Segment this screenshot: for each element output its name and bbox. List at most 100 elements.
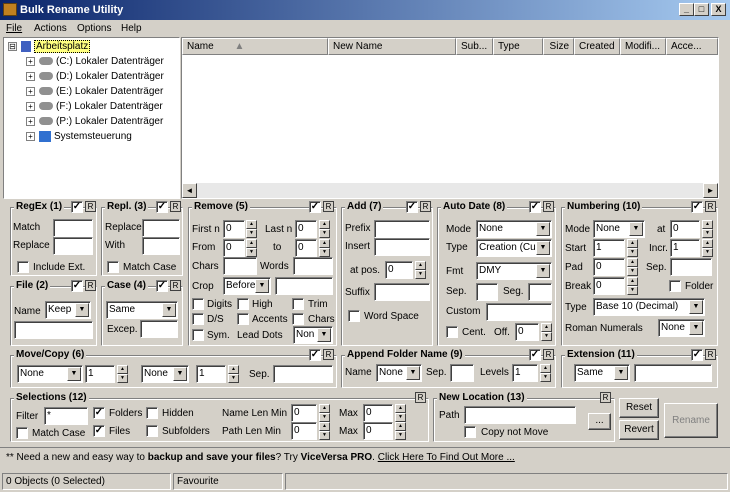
expand-icon[interactable]: + xyxy=(26,101,35,111)
name-len-min-spinner[interactable]: ▲ ▼ xyxy=(319,404,330,422)
numbering-reset-button[interactable]: R xyxy=(705,201,716,212)
repl-enable-checkbox[interactable]: ✓ xyxy=(156,201,168,213)
extension-input[interactable] xyxy=(634,364,712,382)
expand-icon[interactable]: + xyxy=(26,132,35,141)
num-folder-checkbox[interactable] xyxy=(669,280,681,292)
copynot-checkbox[interactable] xyxy=(464,426,476,438)
wordspace-checkbox[interactable] xyxy=(348,310,360,322)
atpos-input[interactable]: 0 xyxy=(385,261,413,279)
from-spinner[interactable]: ▲ ▼ xyxy=(246,239,257,257)
movecopy-select-2[interactable]: None ▼ xyxy=(141,365,189,383)
repl-with-input[interactable] xyxy=(142,237,180,255)
collapse-icon[interactable]: ⊟ xyxy=(8,42,17,51)
regex-reset-button[interactable]: R xyxy=(85,201,96,212)
high-checkbox[interactable] xyxy=(237,298,249,310)
extension-enable-checkbox[interactable]: ✓ xyxy=(691,349,703,361)
off-spinner[interactable]: ▲ ▼ xyxy=(541,323,552,341)
num-start-spinner[interactable]: ▲ ▼ xyxy=(627,239,638,257)
maximize-button[interactable]: □ xyxy=(694,3,709,16)
autodate-sep-input[interactable] xyxy=(476,283,498,301)
newloc-path-input[interactable] xyxy=(464,406,576,424)
autodate-reset-button[interactable]: R xyxy=(543,201,554,212)
column-size[interactable]: Size xyxy=(543,38,574,55)
movecopy-enable-checkbox[interactable]: ✓ xyxy=(309,349,321,361)
extension-select[interactable]: Same ▼ xyxy=(574,364,630,382)
case-excep-input[interactable] xyxy=(140,320,178,338)
column-type[interactable]: Type xyxy=(493,38,543,55)
autodate-type-select[interactable]: Creation (Curr ▼ xyxy=(476,239,552,257)
num-break-spinner[interactable]: ▲ ▼ xyxy=(627,277,638,295)
movecopy-spinner-1[interactable]: ▲ ▼ xyxy=(117,365,128,383)
appendfolder-enable-checkbox[interactable]: ✓ xyxy=(529,349,541,361)
movecopy-reset-button[interactable]: R xyxy=(323,349,334,360)
tree-item-systemsteuerung[interactable]: + Systemsteuerung xyxy=(26,131,132,142)
num-pad-input[interactable]: 0 xyxy=(593,258,625,276)
case-enable-checkbox[interactable]: ✓ xyxy=(156,280,168,292)
file-enable-checkbox[interactable]: ✓ xyxy=(71,280,83,292)
hidden-checkbox[interactable] xyxy=(146,407,158,419)
column-created[interactable]: Created xyxy=(574,38,620,55)
words-input[interactable] xyxy=(293,257,333,275)
file-name-input[interactable] xyxy=(14,321,93,339)
appendfolder-name-select[interactable]: None ▼ xyxy=(376,364,422,382)
column-new-name[interactable]: New Name xyxy=(328,38,456,55)
crop-input[interactable] xyxy=(275,277,333,295)
path-len-max-input[interactable]: 0 xyxy=(363,422,393,440)
tree-item-drive-p[interactable]: + (P:) Lokaler Datenträger xyxy=(26,116,163,127)
firstn-input[interactable]: 0 xyxy=(223,220,245,238)
folder-tree[interactable]: ⊟ Arbeitsplatz + (C:) Lokaler Datenträger … xyxy=(3,37,180,199)
menu-options[interactable]: Options xyxy=(77,23,111,34)
file-name-select[interactable]: Keep ▼ xyxy=(45,301,91,319)
autodate-seg-input[interactable] xyxy=(528,283,552,301)
expand-icon[interactable]: + xyxy=(26,71,35,81)
cent-checkbox[interactable] xyxy=(446,326,458,338)
movecopy-count-2[interactable]: 1 xyxy=(196,365,226,383)
repl-replace-input[interactable] xyxy=(142,219,180,237)
expand-icon[interactable]: + xyxy=(26,56,35,66)
newloc-reset-button[interactable]: R xyxy=(600,392,611,403)
numbering-enable-checkbox[interactable]: ✓ xyxy=(691,201,703,213)
lastn-spinner[interactable]: ▲ ▼ xyxy=(319,220,330,238)
tree-item-drive-c[interactable]: + (C:) Lokaler Datenträger xyxy=(26,56,164,67)
menu-file[interactable]: File xyxy=(6,23,22,34)
name-len-min-input[interactable]: 0 xyxy=(291,404,317,422)
column-sub[interactable]: Sub... xyxy=(456,38,493,55)
to-spinner[interactable]: ▲ ▼ xyxy=(319,239,330,257)
num-pad-spinner[interactable]: ▲ ▼ xyxy=(627,258,638,276)
movecopy-select-1[interactable]: None ▼ xyxy=(17,365,83,383)
subfolders-checkbox[interactable] xyxy=(146,425,158,437)
filter-input[interactable]: * xyxy=(44,407,88,425)
num-mode-select[interactable]: None ▼ xyxy=(593,220,645,238)
name-len-max-input[interactable]: 0 xyxy=(363,404,393,422)
ad-link[interactable]: Click Here To Find Out More ... xyxy=(378,452,515,463)
num-sep-input[interactable] xyxy=(670,258,712,276)
repl-reset-button[interactable]: R xyxy=(170,201,181,212)
appendfolder-sep-input[interactable] xyxy=(450,364,474,382)
tree-item-drive-f[interactable]: + (F:) Lokaler Datenträger xyxy=(26,101,163,112)
add-reset-button[interactable]: R xyxy=(420,201,431,212)
trim-checkbox[interactable] xyxy=(292,298,304,310)
atpos-spinner[interactable]: ▲ ▼ xyxy=(415,261,426,279)
movecopy-spinner-2[interactable]: ▲ ▼ xyxy=(228,365,239,383)
to-input[interactable]: 0 xyxy=(295,239,317,257)
browse-button[interactable]: ... xyxy=(588,413,611,430)
files-checkbox[interactable]: ✓ xyxy=(93,425,105,437)
expand-icon[interactable]: + xyxy=(26,86,35,96)
include-ext-checkbox[interactable] xyxy=(17,261,29,273)
selections-reset-button[interactable]: R xyxy=(415,392,426,403)
close-button[interactable]: X xyxy=(711,3,726,16)
num-at-input[interactable]: 0 xyxy=(670,220,700,238)
expand-icon[interactable]: + xyxy=(26,116,35,126)
horizontal-scrollbar[interactable]: ◄ ► xyxy=(182,183,718,198)
autodate-enable-checkbox[interactable]: ✓ xyxy=(529,201,541,213)
column-modified[interactable]: Modifi... xyxy=(620,38,666,55)
rename-button[interactable]: Rename xyxy=(664,403,718,438)
sel-matchcase-checkbox[interactable] xyxy=(16,427,28,439)
column-name[interactable]: Name ▲ xyxy=(182,38,328,55)
digits-checkbox[interactable] xyxy=(192,298,204,310)
num-start-input[interactable]: 1 xyxy=(593,239,625,257)
file-reset-button[interactable]: R xyxy=(85,280,96,291)
add-enable-checkbox[interactable]: ✓ xyxy=(406,201,418,213)
ds-checkbox[interactable] xyxy=(192,313,204,325)
extension-reset-button[interactable]: R xyxy=(705,349,716,360)
